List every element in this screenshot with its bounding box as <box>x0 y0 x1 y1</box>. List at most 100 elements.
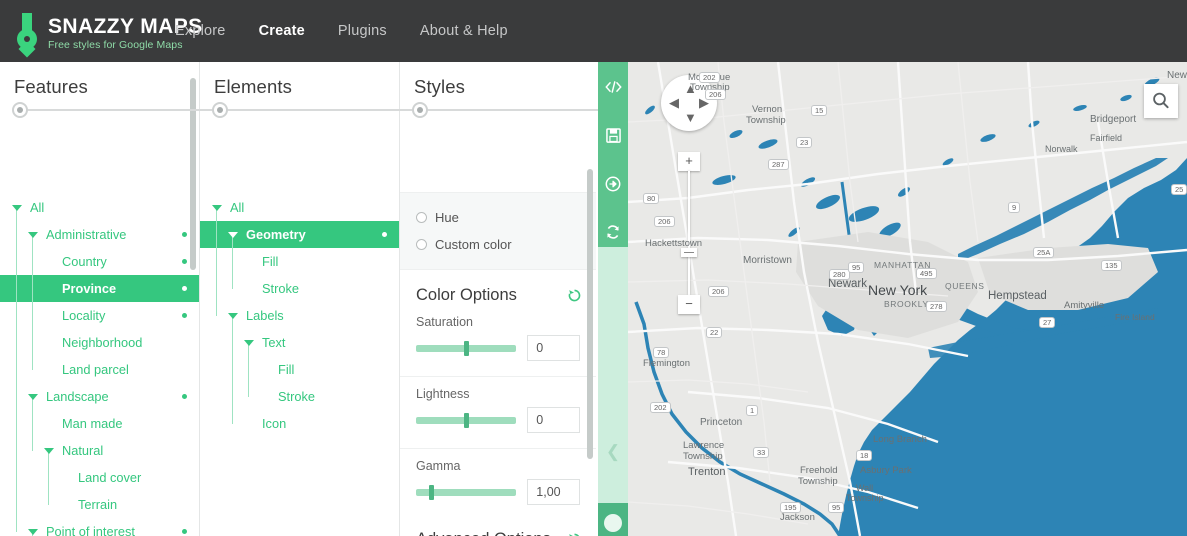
feature-land-parcel[interactable]: Land parcel <box>0 356 199 383</box>
site-header: SNAZZY MAPS Free styles for Google Maps … <box>0 0 1187 62</box>
element-fill[interactable]: Fill <box>200 248 399 275</box>
nav-create[interactable]: Create <box>259 23 305 39</box>
chevron-down-icon[interactable] <box>28 394 38 400</box>
saturation-value[interactable]: 0 <box>527 335 580 361</box>
modified-indicator-dot <box>182 394 187 399</box>
tree-connector <box>48 451 49 505</box>
feature-label: Locality <box>62 308 106 323</box>
radio-custom-color[interactable]: Custom color <box>400 231 596 258</box>
feature-province[interactable]: Province <box>0 275 199 302</box>
features-scrollbar[interactable] <box>190 78 196 270</box>
slider-lightness: Lightness 0 <box>400 377 596 444</box>
features-panel: Features All Administrative Country Provinc… <box>0 62 200 536</box>
elements-tree[interactable]: All Geometry Fill Stroke Labels Text Fill Strok… <box>200 194 399 536</box>
pan-right-icon[interactable]: ▶ <box>699 96 709 109</box>
lightness-slider[interactable] <box>416 412 517 428</box>
advanced-options-title: Advanced Options <box>416 530 551 536</box>
modified-indicator-dot <box>382 232 387 237</box>
lightness-value[interactable]: 0 <box>527 407 580 433</box>
step-dot-features[interactable] <box>12 102 28 118</box>
features-tree[interactable]: All Administrative Country Province Locality… <box>0 194 199 536</box>
main-navigation: Explore Create Plugins About & Help <box>175 0 541 62</box>
saturation-slider[interactable] <box>416 340 517 356</box>
zoom-thumb[interactable] <box>681 248 697 257</box>
modified-indicator-dot <box>182 313 187 318</box>
reset-icon[interactable] <box>598 224 628 244</box>
feature-man-made[interactable]: Man made <box>0 410 199 437</box>
feature-label: Man made <box>62 416 123 431</box>
map-preview[interactable]: ▲ ▼ ◀ ▶ + − Montague Township Vernon Townsh… <box>628 62 1187 536</box>
tree-connector <box>32 397 33 451</box>
element-geometry[interactable]: Geometry <box>200 221 399 248</box>
save-icon[interactable] <box>598 128 628 148</box>
pan-left-icon[interactable]: ◀ <box>669 96 679 109</box>
feature-terrain[interactable]: Terrain <box>0 491 199 518</box>
feature-country[interactable]: Country <box>0 248 199 275</box>
chevron-down-icon[interactable] <box>228 313 238 319</box>
chevron-down-icon[interactable] <box>28 529 38 535</box>
modified-indicator-dot <box>182 529 187 534</box>
nav-about-help[interactable]: About & Help <box>420 23 508 39</box>
element-stroke[interactable]: Stroke <box>200 383 399 410</box>
element-text[interactable]: Text <box>200 329 399 356</box>
gamma-value[interactable]: 1,00 <box>527 479 580 505</box>
tree-connector <box>232 235 233 289</box>
element-label: Fill <box>262 254 279 269</box>
color-options-heading: Color Options <box>400 270 596 315</box>
nav-plugins[interactable]: Plugins <box>338 23 387 39</box>
chevron-down-icon[interactable] <box>12 205 22 211</box>
refresh-icon[interactable] <box>567 288 582 303</box>
nav-explore[interactable]: Explore <box>175 23 226 39</box>
element-label: Stroke <box>278 389 315 404</box>
elements-panel-title: Elements <box>214 76 292 97</box>
element-label: Labels <box>246 308 284 323</box>
code-icon[interactable] <box>598 80 628 100</box>
element-all[interactable]: All <box>200 194 399 221</box>
help-button[interactable] <box>604 514 622 532</box>
chevron-down-icon[interactable] <box>212 205 222 211</box>
chevron-left-icon[interactable]: ❮ <box>598 442 628 462</box>
pan-down-icon[interactable]: ▼ <box>684 111 697 124</box>
pan-up-icon[interactable]: ▲ <box>684 82 697 95</box>
radio-hue[interactable]: Hue <box>400 204 596 231</box>
feature-label: Natural <box>62 443 104 458</box>
element-label: Fill <box>278 362 295 377</box>
map-action-toolbar: ❮ <box>598 62 628 536</box>
pan-control[interactable]: ▲ ▼ ◀ ▶ <box>661 75 717 131</box>
search-icon[interactable] <box>1144 84 1178 118</box>
element-icon[interactable]: Icon <box>200 410 399 437</box>
feature-all[interactable]: All <box>0 194 199 221</box>
element-stroke[interactable]: Stroke <box>200 275 399 302</box>
element-labels[interactable]: Labels <box>200 302 399 329</box>
feature-point-of-interest[interactable]: Point of interest <box>0 518 199 536</box>
step-dot-styles[interactable] <box>412 102 428 118</box>
gamma-label: Gamma <box>416 459 461 473</box>
share-icon[interactable] <box>598 176 628 196</box>
feature-landscape[interactable]: Landscape <box>0 383 199 410</box>
feature-label: Country <box>62 254 107 269</box>
chevron-down-icon[interactable] <box>44 448 54 454</box>
tree-connector <box>32 235 33 370</box>
feature-natural[interactable]: Natural <box>0 437 199 464</box>
feature-land-cover[interactable]: Land cover <box>0 464 199 491</box>
chevron-down-icon[interactable] <box>244 340 254 346</box>
radio-hue-indicator <box>416 212 427 223</box>
element-label: Text <box>262 335 286 350</box>
modified-indicator-dot <box>182 286 187 291</box>
chevron-down-icon[interactable] <box>28 232 38 238</box>
element-fill[interactable]: Fill <box>200 356 399 383</box>
refresh-icon[interactable] <box>567 532 582 536</box>
chevron-down-icon[interactable] <box>228 232 238 238</box>
styles-scrollbar[interactable] <box>587 169 593 459</box>
step-dot-elements[interactable] <box>212 102 228 118</box>
zoom-in-button[interactable]: + <box>678 152 700 171</box>
zoom-out-button[interactable]: − <box>678 295 700 314</box>
gamma-slider[interactable] <box>416 484 517 500</box>
zoom-control[interactable]: + − <box>678 152 700 314</box>
saturation-label: Saturation <box>416 315 473 329</box>
feature-administrative[interactable]: Administrative <box>0 221 199 248</box>
feature-neighborhood[interactable]: Neighborhood <box>0 329 199 356</box>
elements-panel: Elements All Geometry Fill Stroke Labels Text… <box>200 62 400 536</box>
feature-locality[interactable]: Locality <box>0 302 199 329</box>
zoom-track[interactable] <box>688 171 690 295</box>
